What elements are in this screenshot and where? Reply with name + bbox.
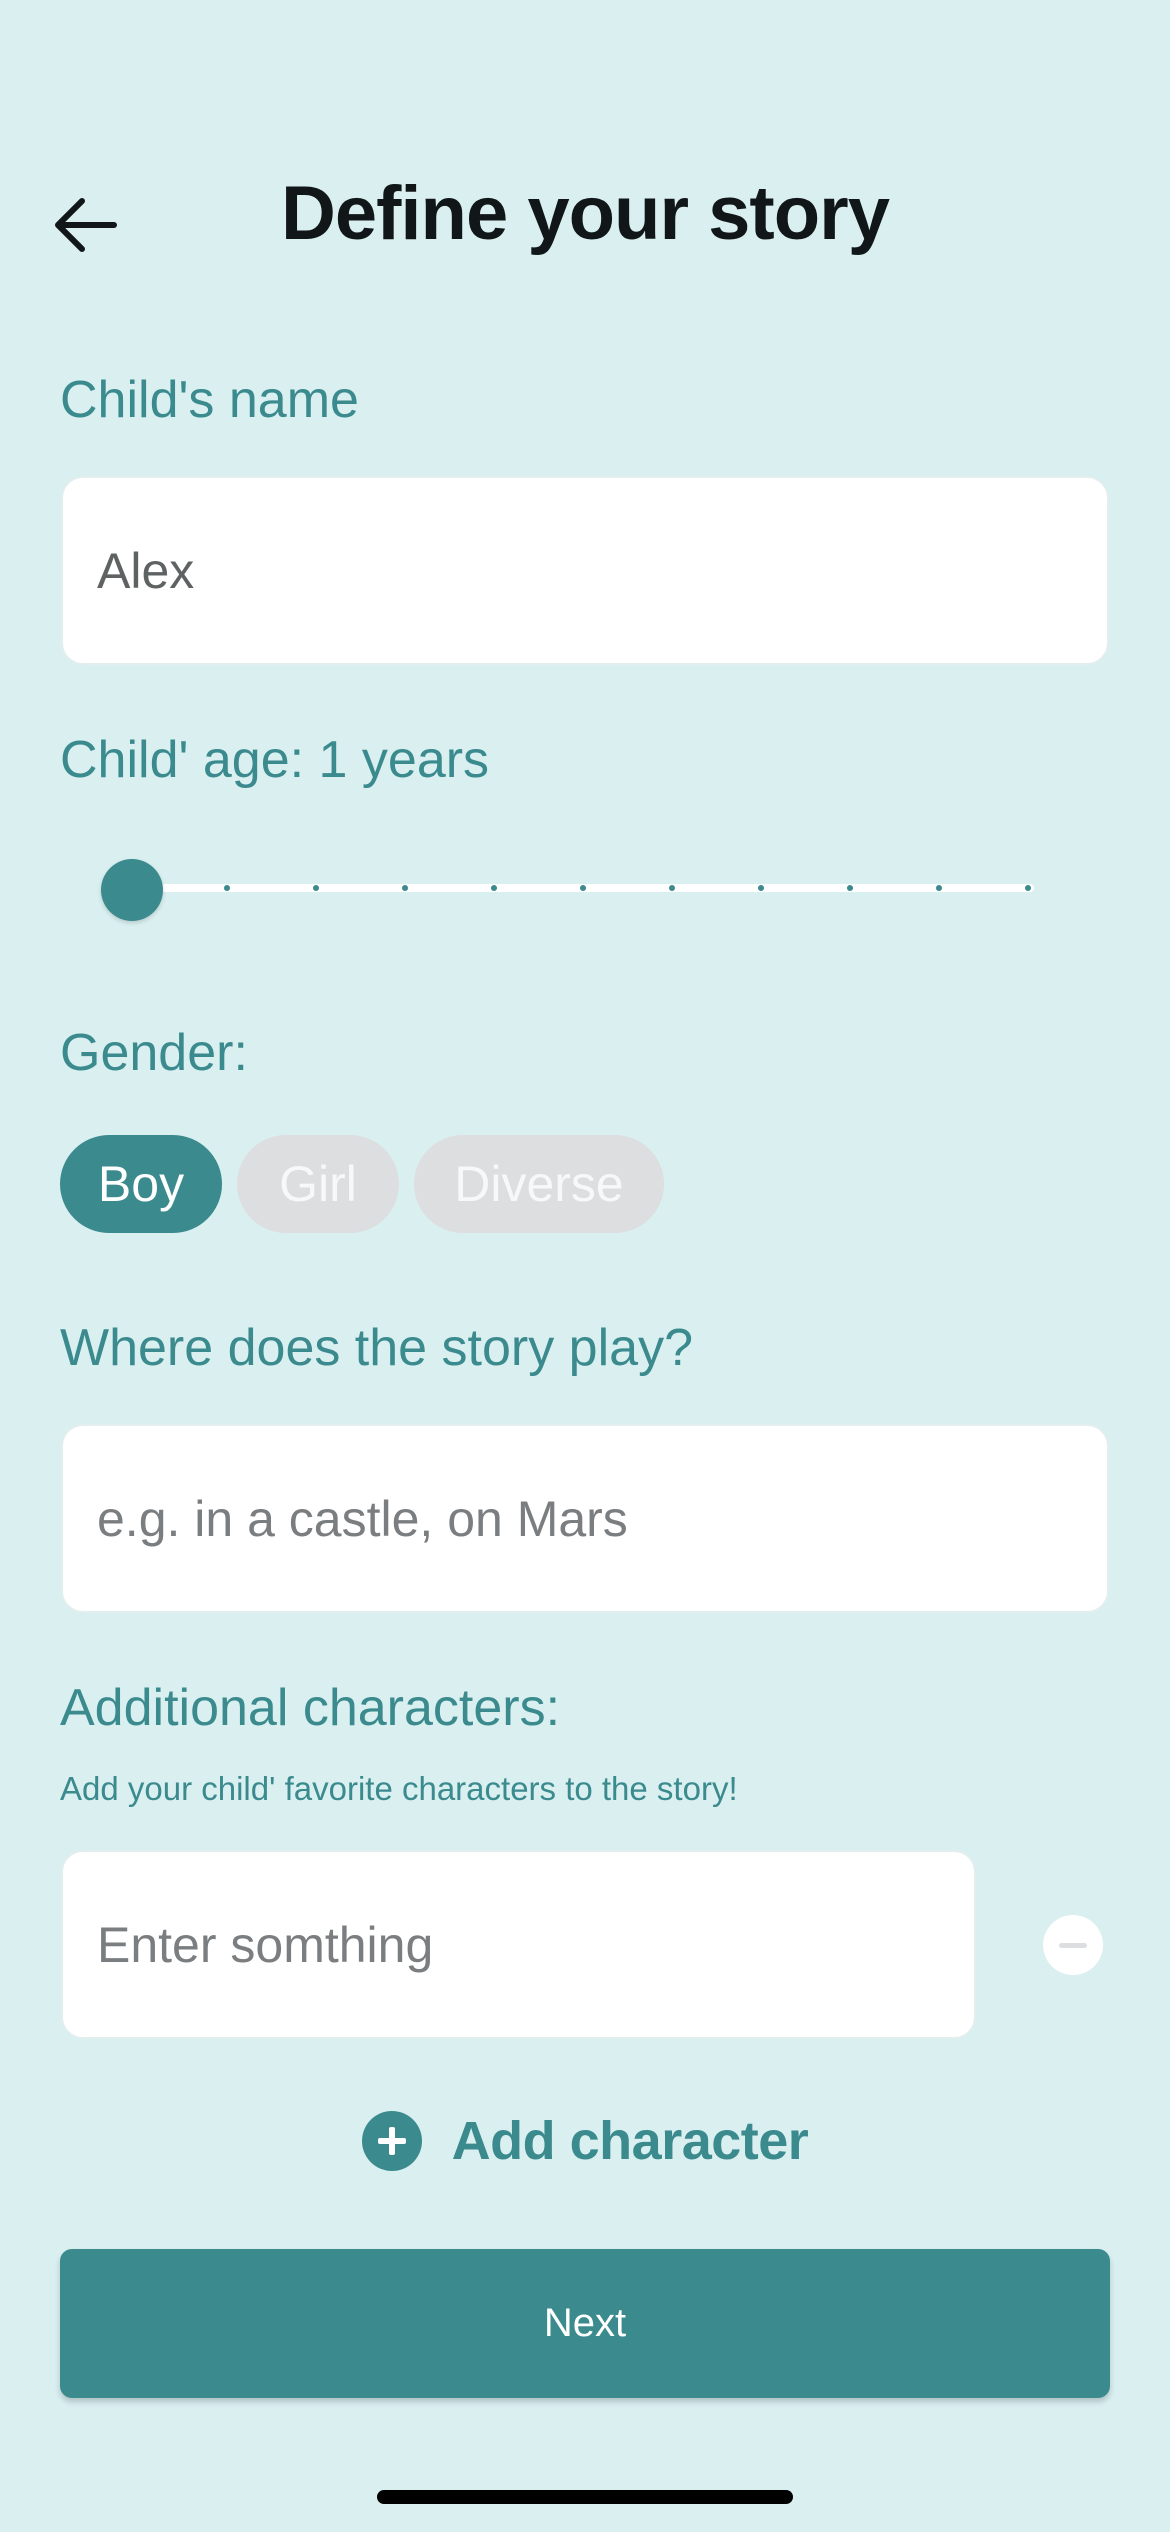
story-location-input[interactable]: e.g. in a castle, on Mars — [61, 1424, 1109, 1613]
slider-tick — [1025, 885, 1031, 891]
plus-circle-icon — [361, 2111, 422, 2171]
character-entry-placeholder: Enter somthing — [97, 1916, 434, 1973]
slider-tick — [847, 885, 853, 891]
slider-tick — [669, 885, 675, 891]
character-entry-input[interactable]: Enter somthing — [61, 1850, 976, 2039]
childs-name-input[interactable]: Alex — [61, 476, 1109, 665]
slider-tick — [491, 885, 497, 891]
childs-name-label: Child's name — [60, 371, 359, 429]
story-location-label: Where does the story play? — [60, 1319, 693, 1377]
slider-tick — [936, 885, 942, 891]
gender-chip-diverse[interactable]: Diverse — [414, 1135, 664, 1233]
next-button[interactable]: Next — [60, 2249, 1110, 2398]
slider-tick — [580, 885, 586, 891]
child-age-label: Child' age: 1 years — [60, 731, 490, 789]
slider-tick — [224, 885, 230, 891]
minus-circle-icon — [1059, 1942, 1087, 1948]
childs-name-value: Alex — [97, 542, 195, 599]
age-slider-thumb[interactable] — [101, 859, 163, 921]
additional-characters-label: Additional characters: — [60, 1679, 561, 1737]
slider-tick — [758, 885, 764, 891]
remove-character-button[interactable] — [1043, 1915, 1103, 1975]
gender-chip-girl[interactable]: Girl — [237, 1135, 399, 1233]
page-title: Define your story — [280, 171, 890, 256]
gender-label: Gender: — [60, 1024, 248, 1082]
home-indicator — [377, 2490, 793, 2504]
slider-tick — [313, 885, 319, 891]
additional-characters-hint: Add your child' favorite characters to t… — [60, 1770, 738, 1807]
add-character-label: Add character — [451, 2111, 809, 2171]
story-location-placeholder: e.g. in a castle, on Mars — [97, 1490, 628, 1547]
add-character-button[interactable]: Add character — [0, 2110, 1170, 2172]
slider-tick — [402, 885, 408, 891]
gender-chip-boy[interactable]: Boy — [60, 1135, 222, 1233]
